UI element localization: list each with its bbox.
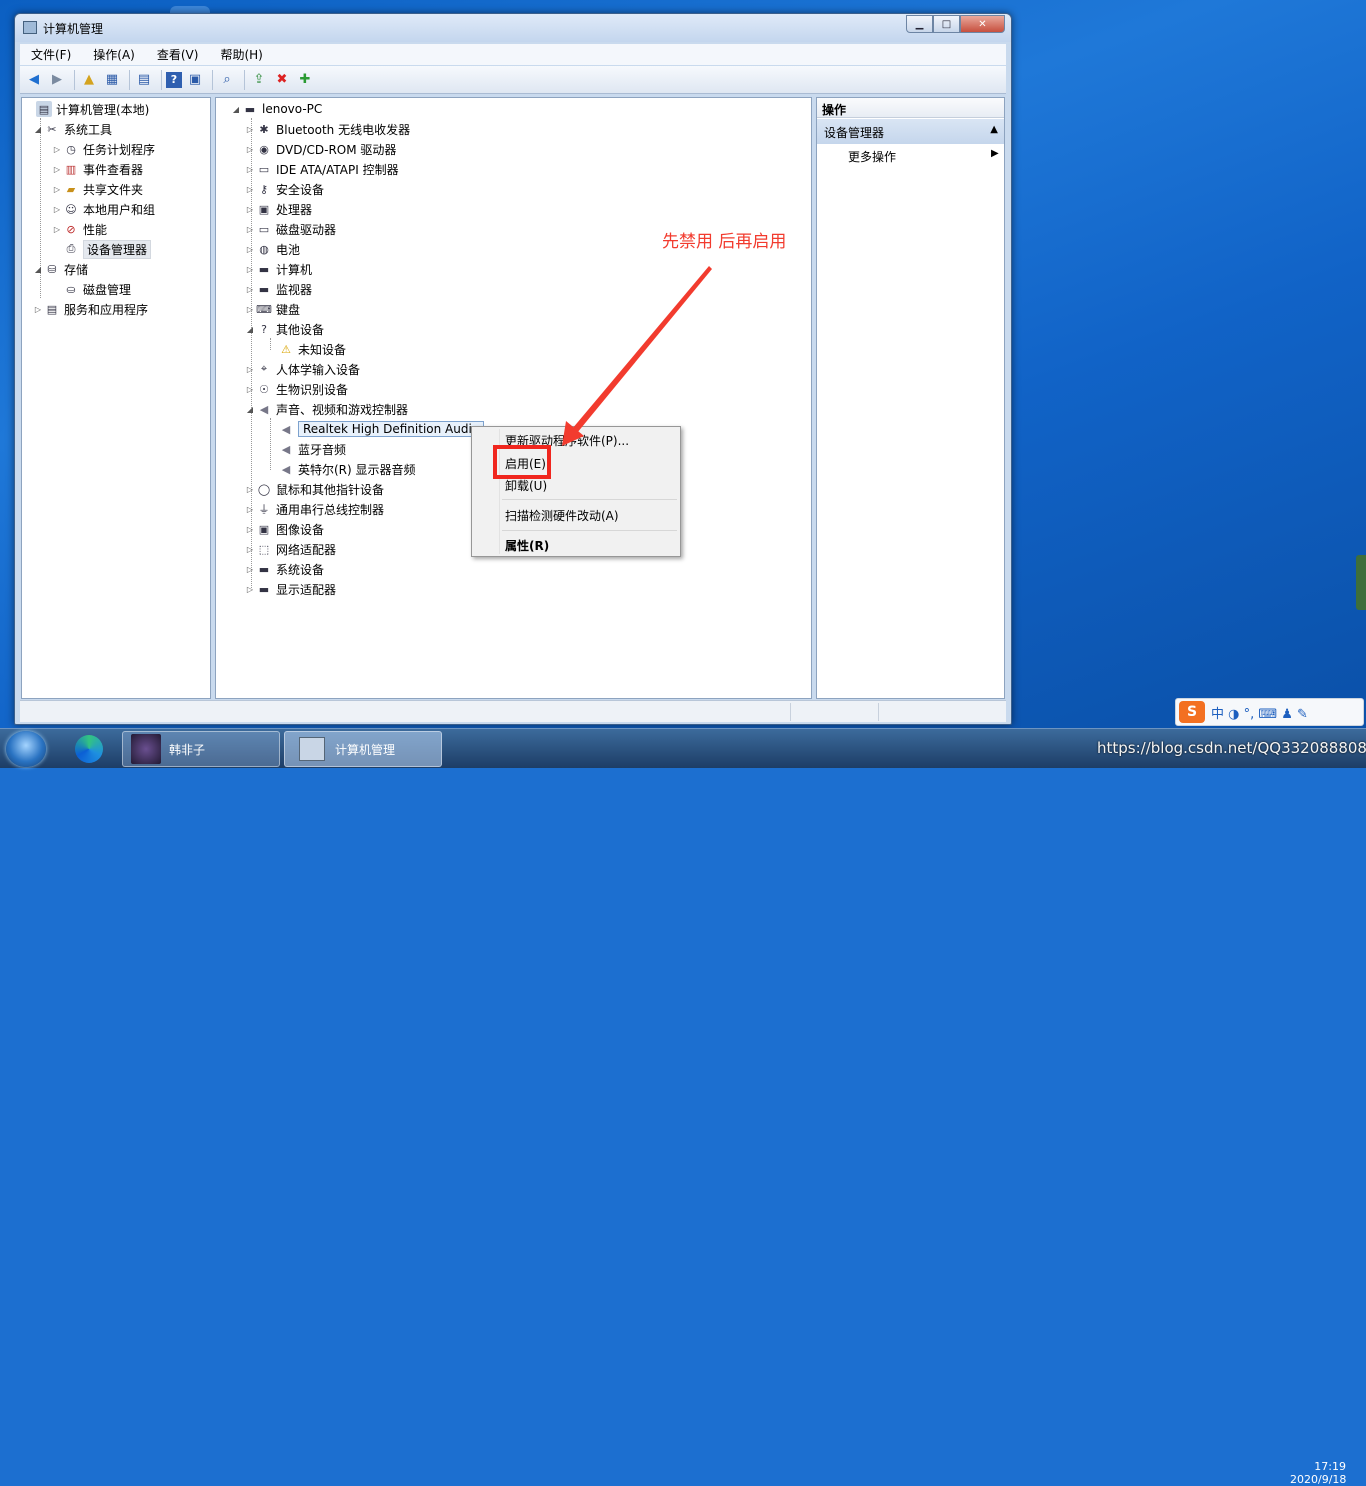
computer-management-icon <box>299 737 325 761</box>
start-button[interactable] <box>6 731 46 767</box>
taskbar-item-computer-management[interactable]: 计算机管理 <box>284 731 442 767</box>
system-clock[interactable]: 17:19 2020/9/18 <box>1290 1460 1346 1486</box>
ime-status[interactable]: 中 ◑ °, ⌨ ♟ ✎ <box>1211 703 1308 722</box>
clock-date: 2020/9/18 <box>1290 1473 1347 1486</box>
taskbar-item-hanfeizi[interactable]: 韩非子 <box>122 731 280 767</box>
ime-toolbar[interactable]: S 中 ◑ °, ⌨ ♟ ✎ <box>1175 698 1364 726</box>
avatar <box>131 734 161 764</box>
sogou-logo-icon[interactable]: S <box>1179 701 1205 723</box>
taskbar-label: 韩非子 <box>169 742 206 757</box>
edge-browser-icon[interactable] <box>64 731 114 767</box>
watermark: https://blog.csdn.net/QQ3320888088 <box>1097 739 1366 757</box>
clock-time: 17:19 <box>1314 1460 1346 1473</box>
taskbar-label: 计算机管理 <box>335 742 396 757</box>
side-gadget[interactable] <box>1356 555 1366 610</box>
annotation-arrow <box>562 266 712 446</box>
